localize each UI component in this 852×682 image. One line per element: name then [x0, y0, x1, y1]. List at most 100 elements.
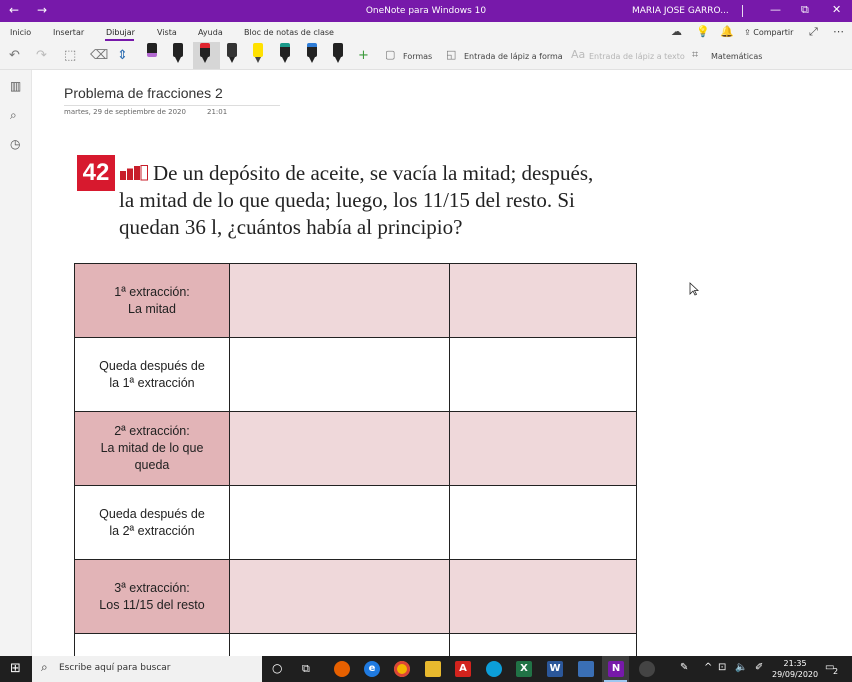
shapes-icon[interactable]: ▢: [385, 48, 395, 61]
table-cell[interactable]: [229, 411, 450, 486]
photos-icon[interactable]: [578, 661, 594, 677]
tab-dibujar[interactable]: Dibujar: [106, 28, 135, 37]
table-cell[interactable]: [229, 633, 450, 656]
row-label-text: 3ª extracción: Los 11/15 del resto: [99, 580, 205, 612]
add-pen-icon[interactable]: +: [358, 48, 369, 63]
table-row-label: 3ª extracción: Los 11/15 del resto: [74, 559, 230, 634]
tab-bloc-de-notas-de-clase[interactable]: Bloc de notas de clase: [244, 28, 334, 37]
table-cell[interactable]: [449, 411, 637, 486]
shapes-button[interactable]: Formas: [403, 52, 432, 61]
word-icon[interactable]: W: [547, 661, 563, 677]
onenote-icon[interactable]: N: [608, 661, 624, 677]
table-cell[interactable]: [229, 485, 450, 560]
math-button[interactable]: Matemáticas: [711, 52, 762, 61]
table-cell[interactable]: [449, 337, 637, 412]
highlighter-yellow-icon[interactable]: [251, 43, 265, 65]
title-underline: [64, 105, 280, 106]
search-icon: ⌕: [41, 660, 48, 674]
close-icon[interactable]: ✕: [832, 3, 841, 16]
table-cell[interactable]: [229, 559, 450, 634]
title-separator: [742, 5, 743, 17]
redo-icon[interactable]: ↷: [36, 48, 47, 63]
pen-black-2-icon[interactable]: [331, 43, 345, 65]
table-cell[interactable]: [229, 263, 450, 338]
row-label-text: Queda después de la 1ª extracción: [99, 358, 205, 390]
ink-to-shape-button[interactable]: Entrada de lápiz a forma: [464, 52, 563, 61]
pen-workspace-icon[interactable]: ✎: [680, 662, 688, 673]
lasso-select-icon[interactable]: ⬚: [64, 48, 76, 63]
ink-to-shape-icon[interactable]: ◱: [446, 48, 456, 61]
cortana-icon[interactable]: ○: [272, 661, 282, 675]
left-sidebar: ▥ ⌕ ◷: [0, 70, 32, 656]
user-name[interactable]: MARIA JOSE GARRO...: [632, 6, 729, 16]
firefox-icon[interactable]: [334, 661, 350, 677]
undo-icon[interactable]: ↶: [9, 48, 20, 63]
fractions-table: 1ª extracción: La mitad Queda después de …: [74, 263, 637, 656]
tab-vista[interactable]: Vista: [157, 28, 177, 37]
page-title[interactable]: Problema de fracciones 2: [64, 85, 223, 101]
page-date: martes, 29 de septiembre de 2020: [64, 108, 186, 116]
table-cell[interactable]: [229, 337, 450, 412]
pen-red-icon[interactable]: [198, 43, 212, 65]
table-cell[interactable]: [449, 263, 637, 338]
ink-to-text-icon: Aa: [571, 48, 586, 61]
notifications-count: 2: [833, 667, 839, 676]
table-row-label: Queda después de la 1ª extracción: [74, 337, 230, 412]
pen-blue-icon[interactable]: [305, 43, 319, 65]
row-label-text: 1ª extracción: La mitad: [114, 284, 190, 316]
row-label-text: 2ª extracción: La mitad de lo que queda: [100, 424, 204, 472]
table-row-label: Queda después de la 2ª extracción: [74, 485, 230, 560]
page-time: 21:01: [207, 108, 228, 116]
lightbulb-icon[interactable]: 💡: [696, 25, 710, 38]
table-row-label: [74, 633, 230, 656]
edge-icon[interactable]: [486, 661, 502, 677]
acrobat-icon[interactable]: A: [455, 661, 471, 677]
ie-icon[interactable]: e: [364, 661, 380, 677]
tab-ayuda[interactable]: Ayuda: [198, 28, 223, 37]
search-icon[interactable]: ⌕: [10, 108, 17, 123]
minimize-icon[interactable]: —: [770, 3, 781, 16]
tray-chevron-icon[interactable]: ^: [704, 662, 712, 673]
pen-purple-icon[interactable]: [145, 43, 159, 65]
taskbar: ⊞ ⌕ Escribe aquí para buscar ○ ⧉ e A X W…: [0, 656, 852, 682]
table-cell[interactable]: [449, 559, 637, 634]
table-row-label: 2ª extracción: La mitad de lo que queda: [74, 411, 230, 486]
expand-icon[interactable]: ⤢: [809, 25, 818, 39]
math-icon[interactable]: ⌗: [692, 48, 698, 62]
taskbar-search[interactable]: ⌕ Escribe aquí para buscar: [32, 656, 262, 682]
restore-icon[interactable]: ⧉: [801, 3, 809, 17]
active-tab-indicator: [105, 39, 134, 41]
clock-time: 21:35: [783, 659, 807, 668]
notebooks-icon[interactable]: ▥: [10, 79, 21, 93]
more-options-icon[interactable]: ⋯: [833, 25, 844, 38]
task-view-icon[interactable]: ⧉: [302, 662, 310, 676]
start-icon[interactable]: ⊞: [10, 661, 21, 676]
share-button[interactable]: ⇪ Compartir: [744, 28, 793, 37]
taskbar-clock[interactable]: 21:35 29/09/2020: [772, 658, 818, 680]
pen-dark-icon[interactable]: [225, 43, 239, 65]
table-cell[interactable]: [449, 633, 637, 656]
draw-toolbar: ↶ ↷ ⬚ ⌫ ⇕ + ▢ Formas ◱ Entrada de lápiz …: [0, 42, 852, 70]
pen-teal-icon[interactable]: [278, 43, 292, 65]
eraser-icon[interactable]: ⌫: [90, 48, 108, 63]
pen-black-icon[interactable]: [171, 43, 185, 65]
title-bar: ← → OneNote para Windows 10 MARIA JOSE G…: [0, 0, 852, 22]
share-label: Compartir: [753, 28, 794, 37]
tab-inicio[interactable]: Inicio: [10, 28, 31, 37]
add-space-icon[interactable]: ⇕: [117, 48, 128, 63]
taskbar-search-placeholder: Escribe aquí para buscar: [59, 663, 171, 673]
file-explorer-icon[interactable]: [425, 661, 441, 677]
sync-icon[interactable]: ☁: [671, 25, 682, 38]
volume-icon[interactable]: 🔈: [735, 662, 747, 673]
tab-insertar[interactable]: Insertar: [53, 28, 84, 37]
chrome-icon[interactable]: [394, 661, 410, 677]
recent-icon[interactable]: ◷: [10, 137, 20, 151]
row-label-text: Queda después de la 2ª extracción: [99, 506, 205, 538]
table-cell[interactable]: [449, 485, 637, 560]
bell-icon[interactable]: 🔔: [720, 25, 734, 38]
obs-icon[interactable]: [639, 661, 655, 677]
ribbon-tabs: Inicio Insertar Dibujar Vista Ayuda Bloc…: [0, 22, 852, 42]
language-icon[interactable]: ✐: [755, 662, 763, 673]
network-icon[interactable]: ⊡: [718, 662, 726, 673]
excel-icon[interactable]: X: [516, 661, 532, 677]
